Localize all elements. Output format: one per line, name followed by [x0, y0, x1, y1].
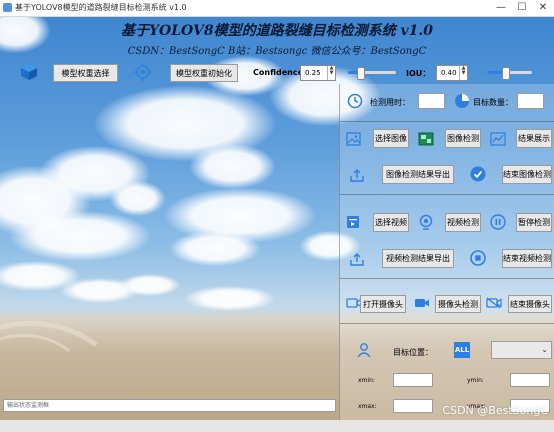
control-panel: 检测用时： 目标数量： 选择图像 图像检测 结果展示 图像检测结果导出 结束图像…: [339, 84, 554, 426]
iou-slider-handle[interactable]: [502, 67, 510, 80]
all-icon-label: ALL: [454, 346, 470, 354]
xmin-label: xmin:: [358, 377, 375, 384]
select-weights-button[interactable]: 模型权重选择: [53, 64, 118, 82]
video-file-icon: [346, 215, 360, 229]
webcam-icon: [418, 214, 434, 230]
subtitle: CSDN：BestSongC B站：Bestsongc 微信公众号：BestSo…: [127, 46, 427, 57]
pause-icon: [490, 214, 506, 230]
all-icon: ALL: [454, 342, 470, 358]
maximize-button[interactable]: ☐: [515, 1, 529, 14]
xmax-label: xmax:: [358, 403, 377, 410]
iou-slider[interactable]: [487, 67, 532, 80]
image-detect-button[interactable]: 图像检测: [445, 129, 481, 148]
check-circle-icon: [470, 166, 486, 182]
confidence-label: Confidence: [253, 68, 304, 77]
upload-icon: [349, 252, 365, 266]
xmin-field: [393, 373, 433, 387]
ymin-field: [510, 373, 550, 387]
end-image-detect-button[interactable]: 结束图像检测: [502, 165, 552, 184]
video-detect-button[interactable]: 视频检测: [445, 213, 481, 232]
divider: [340, 121, 554, 122]
open-camera-button[interactable]: 打开摄像头: [360, 295, 406, 313]
detect-time-field: [418, 93, 445, 109]
iou-value: 0.40: [441, 69, 457, 77]
iou-spinbox[interactable]: 0.40 ▲ ▼: [436, 65, 468, 81]
confidence-spinbox[interactable]: 0.25 ▲ ▼: [300, 65, 336, 81]
upload-icon: [349, 168, 365, 182]
close-button[interactable]: ✕: [536, 1, 550, 14]
app-icon: [3, 3, 12, 12]
bottom-bar: [0, 420, 554, 432]
clock-icon: [347, 93, 363, 109]
image-icon: [346, 132, 361, 146]
photo-detect-icon: [418, 132, 434, 146]
end-video-detect-button[interactable]: 结束视频检测: [502, 249, 552, 268]
target-select-dropdown[interactable]: ⌄: [491, 341, 552, 359]
init-weights-button[interactable]: 模型权重初始化: [170, 64, 238, 82]
ymin-label: ymin:: [467, 377, 484, 384]
divider: [340, 278, 554, 279]
video-camera-filled-icon: [414, 297, 430, 309]
main-title: 基于YOLOV8模型的道路裂缝目标检测系统 v1.0: [121, 23, 433, 39]
export-image-results-button[interactable]: 图像检测结果导出: [382, 165, 454, 184]
minimize-button[interactable]: —: [494, 1, 508, 14]
target-count-label: 目标数量：: [473, 98, 513, 107]
confidence-slider[interactable]: [348, 67, 396, 80]
cube-icon: [20, 63, 38, 81]
watermark: CSDN @BestSongC: [442, 404, 548, 417]
pie-chart-icon: [454, 93, 470, 109]
window-title: 基于YOLOV8模型的道路裂缝目标检测系统 v1.0: [15, 3, 187, 12]
target-position-label: 目标位置：: [393, 348, 433, 357]
chevron-down-icon: ⌄: [541, 345, 548, 354]
divider: [340, 323, 554, 324]
status-output-field[interactable]: 输出状态监测框: [3, 399, 336, 412]
detect-time-label: 检测用时：: [370, 98, 410, 107]
select-image-button[interactable]: 选择图像: [373, 129, 409, 148]
spin-arrows-icon[interactable]: ▲ ▼: [459, 66, 467, 80]
export-video-results-button[interactable]: 视频检测结果导出: [382, 249, 454, 268]
camera-detect-button[interactable]: 摄像头检测: [435, 295, 481, 313]
target-icon: [134, 63, 152, 81]
divider: [340, 194, 554, 195]
select-video-button[interactable]: 选择视频: [373, 213, 409, 232]
spin-arrows-icon[interactable]: ▲ ▼: [327, 66, 335, 80]
user-location-icon: [356, 342, 372, 358]
stop-circle-icon: [470, 250, 486, 266]
target-count-field: [517, 93, 544, 109]
pause-detect-button[interactable]: 暂停检测: [516, 213, 552, 232]
show-results-button[interactable]: 结果展示: [516, 129, 552, 148]
confidence-value: 0.25: [305, 69, 321, 77]
app-window: 基于YOLOV8模型的道路裂缝目标检测系统 v1.0 — ☐ ✕ 基于YOLOV…: [0, 0, 554, 432]
title-bar: 基于YOLOV8模型的道路裂缝目标检测系统 v1.0 — ☐ ✕: [0, 0, 554, 17]
chart-icon: [490, 132, 506, 146]
end-camera-button[interactable]: 结束摄像头: [508, 295, 552, 313]
xmax-field: [393, 399, 433, 413]
iou-label: IOU：: [406, 69, 431, 78]
video-camera-off-icon: [486, 297, 502, 309]
confidence-slider-handle[interactable]: [357, 67, 365, 80]
